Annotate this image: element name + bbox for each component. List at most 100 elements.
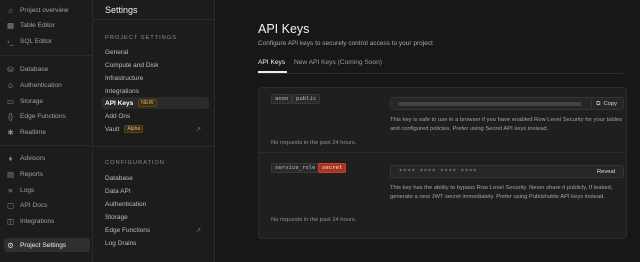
section-configuration: CONFIGURATION [105,160,165,166]
nav-database[interactable]: ⛁ Database [4,63,90,75]
gear-icon: ⚙ [7,240,14,250]
database-icon: ⛁ [7,64,14,74]
new-badge: NEW [138,99,157,107]
anon-requests-status: No requests in the past 24 hours. [271,140,357,146]
nav-api-docs[interactable]: ▢ API Docs [4,199,90,211]
sidebar-item-authentication[interactable]: Authentication [101,198,209,210]
tab-new-api-keys[interactable]: New API Keys (Coming Soon) [294,59,382,66]
service-role-key-help: This key has the ability to bypass Row L… [390,185,613,200]
lightbulb-icon: ♦ [8,153,13,163]
sidebar-item-edge-functions[interactable]: Edge Functions ↗ [101,224,209,236]
nav-realtime[interactable]: ✱ Realtime [4,126,90,138]
sidebar-item-label: Infrastructure [105,74,144,82]
section-project-settings: PROJECT SETTINGS [105,35,177,41]
nav-reports[interactable]: ▤ Reports [4,168,90,180]
anon-tag: anon [271,94,293,104]
nav-label: Edge Functions [20,112,66,120]
nav-authentication[interactable]: ☺ Authentication [4,79,90,91]
divider [93,19,214,20]
primary-nav: ⌂ Project overview ▦ Table Editor ›_ SQL Ed… [0,0,93,262]
main-content: API Keys Configure API keys to securely … [215,0,640,262]
sidebar-item-add-ons[interactable]: Add Ons [101,110,209,122]
sidebar-item-database[interactable]: Database [101,172,209,184]
reveal-button[interactable]: Reveal [592,168,620,177]
sidebar-item-label: Data API [105,187,131,195]
sidebar-item-label: General [105,48,129,56]
secret-tag: secret [318,163,347,173]
archive-icon: ▭ [6,96,15,106]
nav-label: Project overview [20,6,69,14]
alpha-badge: Alpha [124,125,144,133]
list-icon: ≡ [8,185,13,195]
page-description: Configure API keys to securely control a… [258,40,433,47]
users-icon: ☺ [6,80,15,90]
sidebar-item-label: Storage [105,213,128,221]
masked-key [398,102,581,106]
terminal-icon: ›_ [7,36,14,46]
nav-storage[interactable]: ▭ Storage [4,95,90,107]
nav-project-settings[interactable]: ⚙ Project Settings [4,238,90,252]
nav-label: Database [20,65,49,73]
service-role-requests-status: No requests in the past 24 hours. [271,217,357,223]
tab-api-keys[interactable]: API Keys [258,59,285,66]
service-role-key-field[interactable]: **** **** **** **** Reveal [390,165,624,178]
sidebar-item-label: Authentication [105,200,147,208]
masked-key: **** **** **** **** [399,168,478,175]
sidebar-item-label: Add Ons [105,112,131,120]
anon-key-field[interactable]: ⧉ Copy [390,97,624,110]
copy-icon: ⧉ [596,100,601,107]
nav-logs[interactable]: ≡ Logs [4,184,90,196]
nav-advisors[interactable]: ♦ Advisors [4,152,90,164]
sidebar-item-vault[interactable]: Vault Alpha ↗ [101,123,209,135]
nav-integrations[interactable]: ◫ Integrations [4,215,90,227]
nav-divider [0,145,93,146]
realtime-icon: ✱ [7,127,14,137]
sidebar-item-log-drains[interactable]: Log Drains [101,237,209,249]
copy-button[interactable]: ⧉ Copy [591,99,621,109]
sidebar-item-integrations[interactable]: Integrations [101,85,209,97]
nav-label: Reports [20,170,44,178]
sidebar-item-label: API Keys [105,99,134,107]
sidebar-item-label: Compute and Disk [105,61,159,69]
sidebar-item-compute-and-disk[interactable]: Compute and Disk [101,59,209,71]
home-icon: ⌂ [8,5,13,15]
service-role-tag: service_role [271,163,320,173]
settings-sidebar: Settings PROJECT SETTINGS General Comput… [93,0,215,262]
sidebar-item-storage[interactable]: Storage [101,211,209,223]
api-keys-card: anon public ⧉ Copy This key is safe to us… [258,87,627,239]
sidebar-item-label: Edge Functions [105,226,151,234]
table-icon: ▦ [6,20,15,30]
nav-table-editor[interactable]: ▦ Table Editor [4,19,90,31]
nav-label: API Docs [20,201,48,209]
code-icon: {} [7,111,13,121]
tab-bar: API Keys New API Keys (Coming Soon) [258,56,623,74]
nav-label: Advisors [20,154,46,162]
nav-label: Table Editor [20,21,55,29]
external-link-icon: ↗ [195,126,201,133]
sidebar-title: Settings [105,5,138,15]
nav-sql-editor[interactable]: ›_ SQL Editor [4,35,90,47]
row-divider [259,152,626,153]
sidebar-item-general[interactable]: General [101,46,209,58]
page-title: API Keys [258,22,310,36]
sidebar-item-label: Integrations [105,87,139,95]
sidebar-item-data-api[interactable]: Data API [101,185,209,197]
sidebar-item-infrastructure[interactable]: Infrastructure [101,72,209,84]
nav-project-overview[interactable]: ⌂ Project overview [4,4,90,16]
chart-icon: ▤ [6,169,15,179]
sidebar-item-label: Log Drains [105,239,137,247]
divider [93,146,214,147]
sidebar-item-label: Vault [105,125,120,133]
nav-label: Logs [20,186,35,194]
sidebar-item-api-keys[interactable]: API Keys NEW [101,97,209,109]
nav-label: Realtime [20,128,47,136]
nav-label: Integrations [20,217,55,225]
copy-label: Copy [603,101,617,107]
docs-icon: ▢ [6,200,15,210]
nav-edge-functions[interactable]: {} Edge Functions [4,110,90,122]
nav-label: Storage [20,97,44,105]
nav-label: Authentication [20,81,62,89]
public-tag: public [292,94,321,104]
active-tab-indicator [258,71,287,73]
anon-key-help: This key is safe to use in a browser if … [390,117,622,132]
